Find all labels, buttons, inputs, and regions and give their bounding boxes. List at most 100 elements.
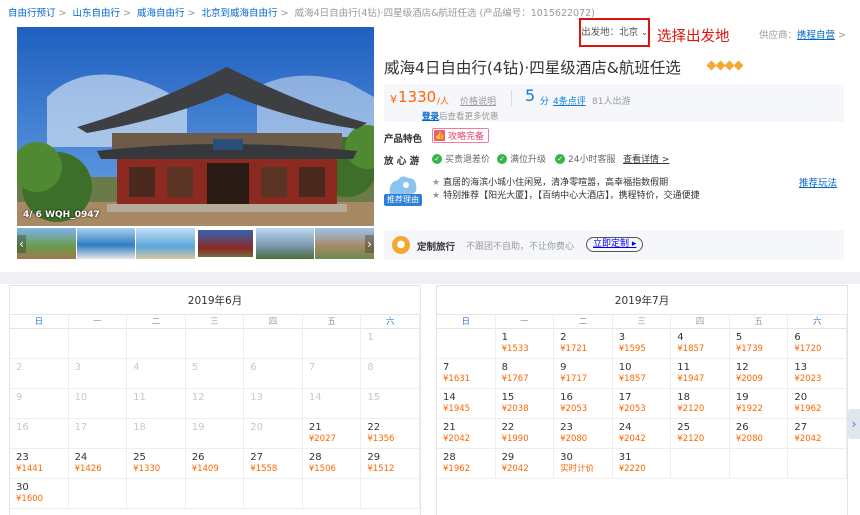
day-number: 6: [794, 332, 801, 343]
calendar-day: 7: [302, 359, 362, 389]
recommend-play-link[interactable]: 推荐玩法: [799, 175, 837, 189]
thumbnail-active[interactable]: [196, 228, 255, 259]
day-number: 29: [501, 452, 515, 463]
day-price: ¥1962: [443, 464, 471, 474]
price-explain-link[interactable]: 价格说明: [460, 94, 496, 107]
calendar-day[interactable]: 20 ¥1962: [788, 389, 847, 419]
assurance-details-link[interactable]: 查看详情 >: [623, 152, 669, 165]
calendar-day[interactable]: 30 ¥1600: [10, 479, 69, 509]
day-price: ¥1962: [794, 404, 822, 414]
day-price: ¥2220: [618, 464, 646, 474]
calendar-day[interactable]: 3 ¥1595: [612, 329, 672, 359]
feature-tag-label: 攻略完备: [448, 132, 485, 142]
score-value: 5: [525, 86, 536, 105]
day-number: 19: [735, 392, 749, 403]
calendar-day[interactable]: 19 ¥1922: [729, 389, 789, 419]
calendar-day[interactable]: 26 ¥2080: [729, 419, 789, 449]
calendar-day[interactable]: 10 ¥1857: [612, 359, 672, 389]
calendar-day[interactable]: 14 ¥1945: [437, 389, 496, 419]
calendar-day[interactable]: 31 ¥2220: [612, 449, 672, 479]
calendar-day[interactable]: 28 ¥1506: [302, 449, 362, 479]
supplier-link[interactable]: 携程自营: [797, 30, 835, 41]
day-price: ¥1330: [133, 464, 161, 474]
photo-counter: 4/ 6 WQH_0947: [23, 210, 100, 220]
main-photo[interactable]: 4/ 6 WQH_0947: [17, 27, 374, 226]
calendar-day[interactable]: 5 ¥1739: [729, 329, 789, 359]
calendar-empty-cell: [361, 479, 420, 509]
price-currency: ¥: [390, 93, 397, 106]
thumb-next-icon[interactable]: ›: [365, 235, 374, 253]
day-price: ¥1990: [501, 434, 529, 444]
calendar-day[interactable]: 25 ¥1330: [127, 449, 186, 479]
feature-tag[interactable]: 👍 攻略完备: [432, 128, 490, 143]
day-number: 28: [443, 452, 456, 463]
day-price: ¥1767: [501, 374, 529, 384]
calendar-day[interactable]: 21 ¥2042: [437, 419, 496, 449]
day-price: ¥2009: [735, 374, 763, 384]
thumbnail[interactable]: [255, 228, 315, 259]
calendar-day: 11: [127, 389, 186, 419]
breadcrumb-link[interactable]: 山东自由行: [73, 8, 121, 19]
check-icon: ✓: [432, 153, 442, 164]
calendar-day[interactable]: 24 ¥1426: [68, 449, 128, 479]
thumbnail[interactable]: [136, 228, 196, 259]
price-unit: /人: [437, 97, 450, 107]
calendar-day[interactable]: 15 ¥2038: [495, 389, 555, 419]
calendar-day[interactable]: 27 ¥1558: [244, 449, 303, 479]
thumb-prev-icon[interactable]: ‹: [17, 235, 26, 253]
day-number: 25: [677, 422, 691, 433]
calendar-next-icon[interactable]: ›: [848, 409, 860, 439]
calendar-day[interactable]: 7 ¥1631: [437, 359, 496, 389]
calendar-day[interactable]: 29 ¥2042: [495, 449, 555, 479]
calendar-day[interactable]: 11 ¥1947: [671, 359, 730, 389]
day-price: ¥1600: [16, 494, 44, 504]
breadcrumb-link[interactable]: 北京到威海自由行: [202, 8, 278, 19]
score-unit: 分: [540, 97, 550, 107]
calendar-day[interactable]: 12 ¥2009: [729, 359, 789, 389]
reviews-link[interactable]: 4条点评: [553, 94, 586, 107]
custom-button[interactable]: 立即定制 ▸: [586, 237, 644, 252]
breadcrumb: 自由行预订 > 山东自由行 > 威海自由行 > 北京到威海自由行 > 威海4日自由行(4…: [8, 8, 595, 19]
calendar-title: 2019年6月: [187, 295, 243, 307]
calendar-day[interactable]: 17 ¥2053: [612, 389, 672, 419]
calendar-day[interactable]: 27 ¥2042: [788, 419, 847, 449]
day-price: ¥2053: [618, 404, 646, 414]
day-number: 16: [16, 422, 29, 433]
calendar-day[interactable]: 23 ¥1441: [10, 449, 69, 479]
calendar-day[interactable]: 13 ¥2023: [788, 359, 847, 389]
assurance-label: 放 心 游: [384, 156, 420, 167]
day-number: 4: [677, 332, 684, 343]
day-price: ¥1409: [191, 464, 219, 474]
calendar-day[interactable]: 4 ¥1857: [671, 329, 730, 359]
calendar-day[interactable]: 6 ¥1720: [788, 329, 847, 359]
day-price: ¥1739: [735, 344, 763, 354]
departure-select[interactable]: 出发地：北京 ⌄: [579, 18, 650, 47]
calendar-day: 14: [302, 389, 362, 419]
diamond-icon: [733, 60, 744, 71]
calendar-day[interactable]: 22 ¥1356: [361, 419, 420, 449]
calendar-day[interactable]: 18 ¥2120: [671, 389, 730, 419]
calendar-day[interactable]: 1 ¥1533: [495, 329, 555, 359]
thumb-up-icon: 👍: [434, 130, 445, 141]
calendar-day[interactable]: 2 ¥1721: [554, 329, 613, 359]
breadcrumb-link[interactable]: 自由行预订: [8, 8, 56, 19]
thumbnail[interactable]: [76, 228, 136, 259]
calendar-day[interactable]: 8 ¥1767: [495, 359, 555, 389]
calendar-day[interactable]: 29 ¥1512: [361, 449, 420, 479]
custom-button-label: 立即定制: [593, 239, 630, 249]
login-link[interactable]: 登录: [422, 112, 439, 122]
calendar-day[interactable]: 16 ¥2053: [554, 389, 613, 419]
calendar-day[interactable]: 23 ¥2080: [554, 419, 613, 449]
calendar-day: 1: [361, 329, 420, 359]
calendar-day[interactable]: 26 ¥1409: [185, 449, 245, 479]
section-divider: [0, 272, 860, 284]
breadcrumb-link[interactable]: 威海自由行: [137, 8, 185, 19]
calendar-day[interactable]: 22 ¥1990: [495, 419, 555, 449]
calendar-day[interactable]: 30 实时计价: [554, 449, 613, 479]
calendar-day[interactable]: 21 ¥2027: [302, 419, 362, 449]
calendar-day[interactable]: 9 ¥1717: [554, 359, 613, 389]
calendar-day[interactable]: 28 ¥1962: [437, 449, 496, 479]
calendar-day[interactable]: 24 ¥2042: [612, 419, 672, 449]
calendar-day[interactable]: 25 ¥2120: [671, 419, 730, 449]
day-price: ¥2042: [443, 434, 471, 444]
